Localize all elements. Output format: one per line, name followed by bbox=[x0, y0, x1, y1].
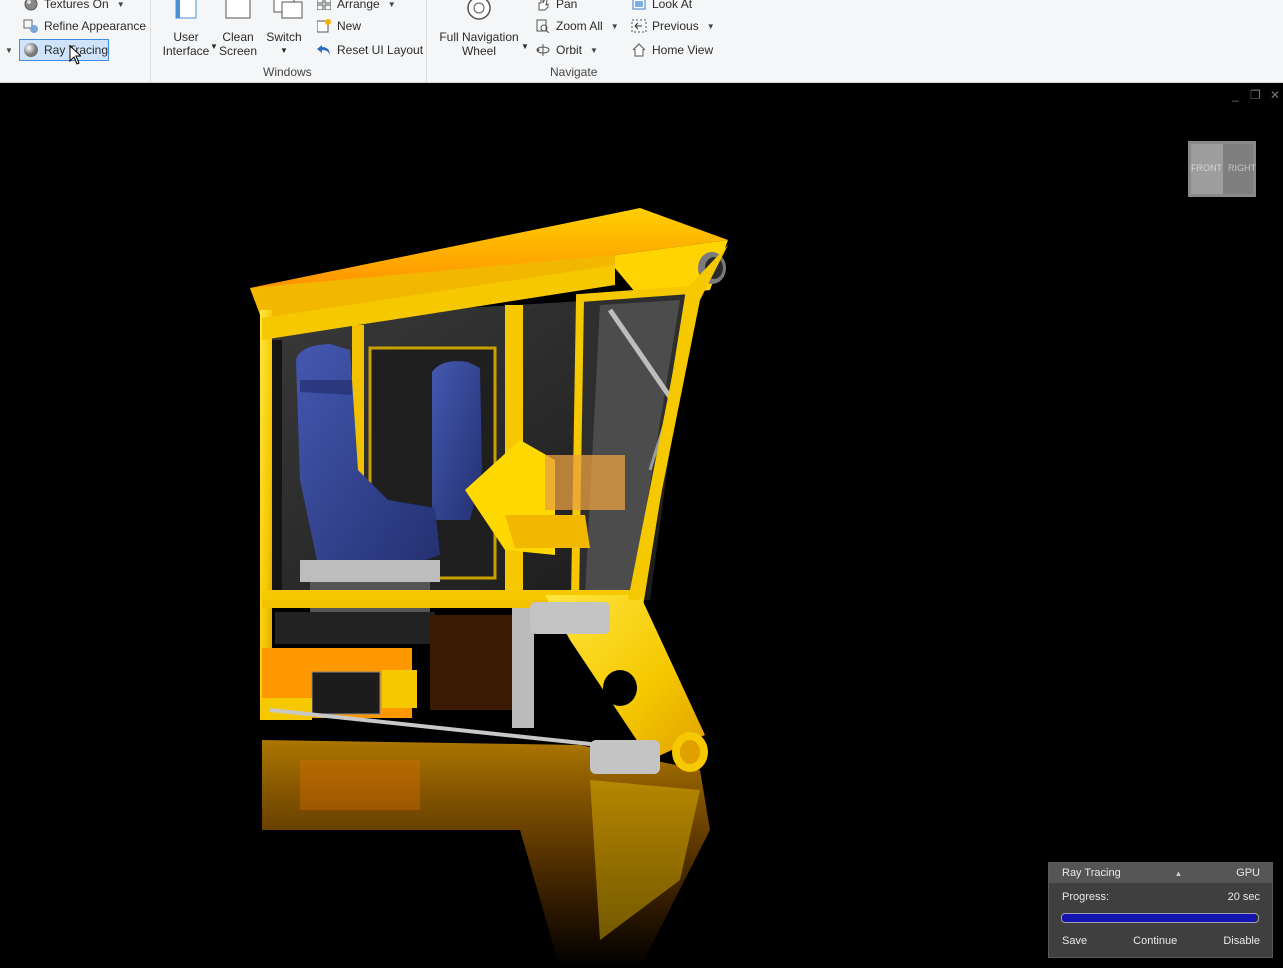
textures-on-button[interactable]: Textures On ▼ bbox=[23, 0, 125, 14]
clean-screen-label-2: Screen bbox=[218, 44, 258, 58]
chevron-down-icon: ▼ bbox=[116, 0, 125, 9]
previous-view-icon bbox=[631, 18, 647, 34]
new-window-icon bbox=[316, 18, 332, 34]
switch-label: Switch bbox=[266, 30, 302, 44]
user-interface-label-2: Interface bbox=[162, 44, 210, 58]
graphics-viewport[interactable]: FRONT RIGHT bbox=[0, 84, 1283, 968]
previous-view-label: Previous bbox=[652, 19, 699, 33]
ribbon-separator bbox=[150, 0, 151, 82]
user-interface-label-1: User bbox=[173, 30, 199, 44]
reset-ui-layout-label: Reset UI Layout bbox=[337, 43, 424, 57]
viewcube-front-label: FRONT bbox=[1191, 163, 1222, 173]
ray-tracing-panel-title: Ray Tracing bbox=[1062, 867, 1121, 879]
home-view-label: Home View bbox=[652, 43, 714, 57]
previous-view-button[interactable]: Previous ▼ bbox=[631, 16, 715, 36]
full-navigation-label-2: Wheel bbox=[461, 44, 496, 58]
look-at-button[interactable]: Look At bbox=[631, 0, 692, 14]
chevron-down-icon: ▼ bbox=[590, 45, 598, 55]
orbit-icon bbox=[535, 42, 551, 58]
look-at-label: Look At bbox=[652, 0, 693, 11]
refine-appearance-icon bbox=[23, 18, 39, 34]
full-navigation-wheel-button[interactable]: Full Navigation Wheel bbox=[436, 0, 522, 58]
home-view-button[interactable]: Home View bbox=[631, 40, 713, 60]
undo-arrow-icon bbox=[316, 42, 332, 58]
floor-reflection bbox=[262, 740, 710, 968]
clean-screen-label-1: Clean bbox=[222, 30, 254, 44]
home-icon bbox=[631, 42, 647, 58]
restore-icon[interactable]: ❐ bbox=[1250, 88, 1261, 102]
arrange-icon bbox=[316, 0, 332, 12]
pan-button[interactable]: Pan bbox=[535, 0, 577, 14]
hand-icon bbox=[535, 0, 551, 12]
clean-screen-button[interactable]: Clean Screen bbox=[216, 0, 260, 58]
navigation-wheel-dropdown[interactable]: ▼ bbox=[521, 36, 529, 56]
chevron-down-icon: ▼ bbox=[387, 0, 396, 9]
progress-label: Progress: bbox=[1062, 891, 1110, 903]
minimize-icon[interactable]: _ bbox=[1232, 88, 1239, 102]
navigate-group-label: Navigate bbox=[550, 65, 598, 79]
ray-tracing-dropdown-arrow[interactable]: ▼ bbox=[5, 40, 13, 60]
orbit-button[interactable]: Orbit ▼ bbox=[535, 40, 598, 60]
chevron-down-icon: ▼ bbox=[280, 46, 288, 55]
viewcube-right-label: RIGHT bbox=[1228, 163, 1256, 173]
refine-appearance-label: Refine Appearance bbox=[44, 19, 147, 33]
ray-tracing-mode: GPU bbox=[1236, 867, 1260, 879]
ribbon-separator bbox=[426, 0, 427, 82]
windows-group-label: Windows bbox=[263, 65, 312, 79]
switch-button[interactable]: Switch ▼ bbox=[262, 0, 306, 58]
zoom-icon bbox=[535, 18, 551, 34]
collapse-arrow-icon[interactable]: ▲ bbox=[1174, 869, 1182, 878]
textures-icon bbox=[23, 0, 39, 12]
chevron-down-icon: ▼ bbox=[706, 21, 715, 31]
refine-appearance-button[interactable]: Refine Appearance bbox=[23, 16, 146, 36]
ribbon: Textures On ▼ Refine Appearance ▼ Ray Tr… bbox=[0, 0, 1283, 83]
look-at-icon bbox=[631, 0, 647, 12]
zoom-all-label: Zoom All bbox=[556, 19, 603, 33]
new-window-button[interactable]: New bbox=[316, 16, 361, 36]
ray-tracing-panel: Ray Tracing ▲ GPU Progress: 20 sec Save … bbox=[1048, 862, 1273, 958]
new-window-label: New bbox=[337, 19, 362, 33]
cab-model bbox=[250, 208, 728, 968]
reset-ui-layout-button[interactable]: Reset UI Layout bbox=[316, 40, 423, 60]
close-icon[interactable]: ✕ bbox=[1270, 88, 1280, 102]
save-button[interactable]: Save bbox=[1062, 935, 1087, 947]
zoom-all-button[interactable]: Zoom All ▼ bbox=[535, 16, 619, 36]
user-interface-button[interactable]: User Interface bbox=[160, 0, 212, 58]
progress-time: 20 sec bbox=[1227, 891, 1260, 903]
continue-button[interactable]: Continue bbox=[1133, 935, 1177, 947]
user-interface-icon bbox=[172, 0, 200, 26]
ray-tracing-button[interactable]: Ray Tracing bbox=[23, 40, 108, 60]
switch-windows-icon bbox=[270, 0, 303, 26]
full-navigation-label-1: Full Navigation bbox=[439, 30, 519, 44]
ray-tracing-panel-header: Ray Tracing ▲ GPU bbox=[1049, 863, 1272, 883]
arrange-label: Arrange bbox=[337, 0, 380, 11]
pan-label: Pan bbox=[556, 0, 578, 11]
mouse-cursor-icon bbox=[69, 45, 81, 65]
disable-button[interactable]: Disable bbox=[1223, 935, 1260, 947]
textures-on-label: Textures On bbox=[44, 0, 109, 11]
arrange-button[interactable]: Arrange ▼ bbox=[316, 0, 396, 14]
progress-bar bbox=[1061, 913, 1259, 923]
progress-bar-fill bbox=[1062, 914, 1257, 922]
chevron-down-icon: ▼ bbox=[610, 21, 619, 31]
viewcube[interactable]: FRONT RIGHT bbox=[1188, 141, 1256, 197]
clean-screen-icon bbox=[224, 0, 252, 26]
sphere-icon bbox=[23, 42, 39, 58]
orbit-label: Orbit bbox=[556, 43, 583, 57]
navigation-wheel-icon bbox=[465, 0, 493, 26]
